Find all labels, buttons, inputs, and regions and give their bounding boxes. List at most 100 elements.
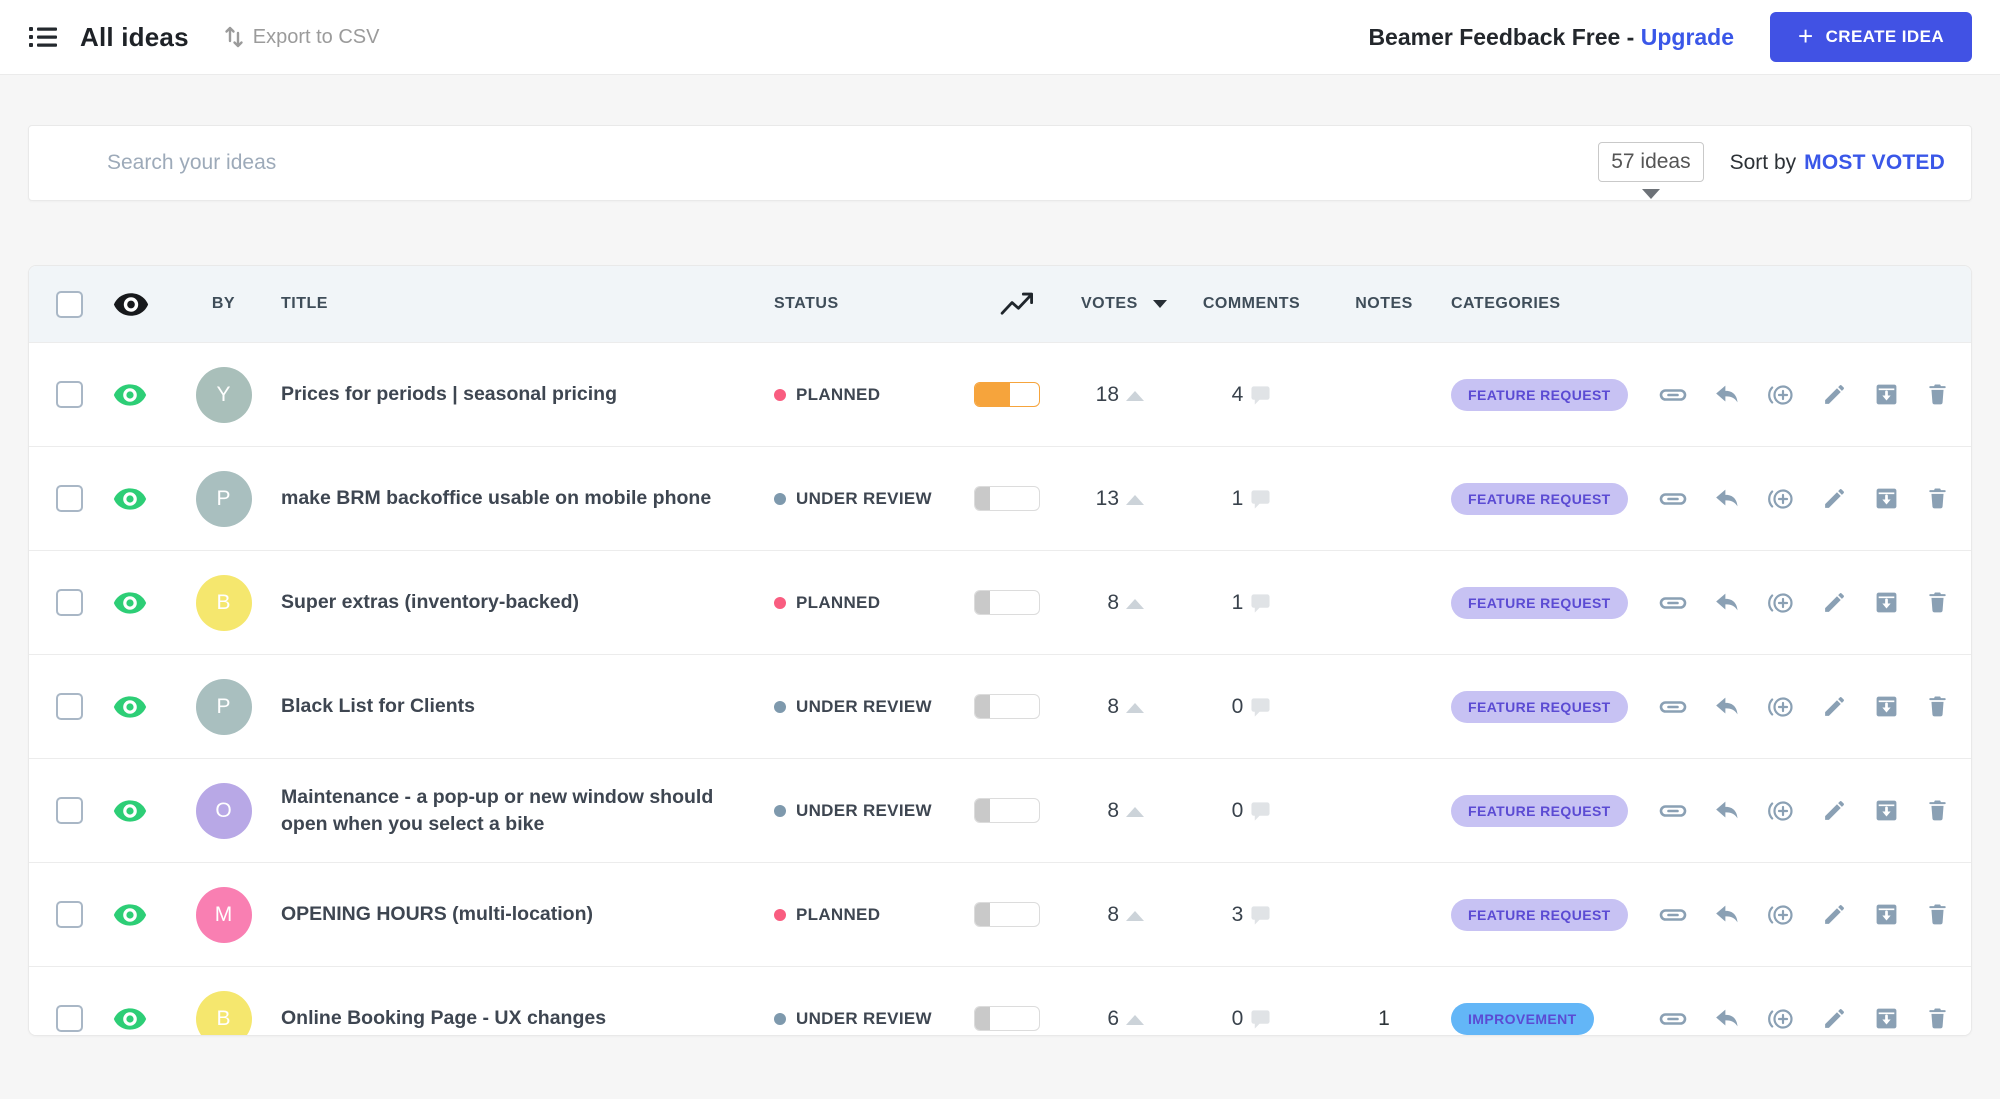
status-label: PLANNED <box>796 904 881 924</box>
table-row: Y Prices for periods | seasonal pricing … <box>29 342 1971 446</box>
progress-fill <box>975 591 991 614</box>
table-body: Y Prices for periods | seasonal pricing … <box>29 342 1971 1035</box>
row-checkbox[interactable] <box>56 381 83 408</box>
row-checkbox[interactable] <box>56 1005 83 1032</box>
circle-plus-icon[interactable] <box>1767 902 1795 928</box>
visibility-eye-icon[interactable] <box>113 799 147 822</box>
reply-icon[interactable] <box>1714 591 1740 615</box>
sort-caret-icon[interactable] <box>1152 300 1167 308</box>
edit-pencil-icon[interactable] <box>1822 590 1847 615</box>
idea-title[interactable]: Maintenance - a pop-up or new window sho… <box>281 784 741 837</box>
copy-link-icon[interactable] <box>1659 902 1687 928</box>
reply-icon[interactable] <box>1714 487 1740 511</box>
reply-icon[interactable] <box>1714 799 1740 823</box>
idea-title[interactable]: Online Booking Page - UX changes <box>281 1005 606 1031</box>
visibility-eye-icon[interactable] <box>113 695 147 718</box>
row-checkbox[interactable] <box>56 589 83 616</box>
reply-icon[interactable] <box>1714 383 1740 407</box>
status-label: UNDER REVIEW <box>796 488 932 508</box>
trash-icon[interactable] <box>1926 382 1949 407</box>
idea-title[interactable]: Prices for periods | seasonal pricing <box>281 381 617 407</box>
export-to-csv-button[interactable]: Export to CSV <box>223 24 379 50</box>
edit-pencil-icon[interactable] <box>1822 486 1847 511</box>
archive-icon[interactable] <box>1874 382 1899 407</box>
edit-pencil-icon[interactable] <box>1822 902 1847 927</box>
circle-plus-icon[interactable] <box>1767 694 1795 720</box>
circle-plus-icon[interactable] <box>1767 798 1795 824</box>
row-checkbox[interactable] <box>56 485 83 512</box>
circle-plus-icon[interactable] <box>1767 1006 1795 1032</box>
visibility-eye-icon[interactable] <box>113 383 147 406</box>
topbar: All ideas Export to CSV Beamer Feedback … <box>0 0 2000 75</box>
ideas-table: BY TITLE STATUS VOTES COMMENTS NOTES CAT… <box>28 265 1972 1036</box>
upgrade-link[interactable]: Upgrade <box>1641 24 1734 50</box>
idea-title[interactable]: Black List for Clients <box>281 693 475 719</box>
upvote-icon[interactable] <box>1126 494 1144 505</box>
trash-icon[interactable] <box>1926 902 1949 927</box>
header-by: BY <box>211 295 236 312</box>
upvote-icon[interactable] <box>1126 702 1144 713</box>
status-label: UNDER REVIEW <box>796 1008 932 1028</box>
upvote-icon[interactable] <box>1126 910 1144 921</box>
search-input[interactable] <box>107 151 1599 175</box>
upvote-icon[interactable] <box>1126 598 1144 609</box>
copy-link-icon[interactable] <box>1659 590 1687 616</box>
status: UNDER REVIEW <box>759 1009 954 1029</box>
upvote-icon[interactable] <box>1126 806 1144 817</box>
trash-icon[interactable] <box>1926 590 1949 615</box>
copy-link-icon[interactable] <box>1659 486 1687 512</box>
archive-icon[interactable] <box>1874 694 1899 719</box>
trash-icon[interactable] <box>1926 694 1949 719</box>
trash-icon[interactable] <box>1926 798 1949 823</box>
idea-title[interactable]: make BRM backoffice usable on mobile pho… <box>281 485 711 511</box>
copy-link-icon[interactable] <box>1659 1006 1687 1032</box>
chevron-down-icon[interactable] <box>1641 188 1660 199</box>
circle-plus-icon[interactable] <box>1767 486 1795 512</box>
archive-icon[interactable] <box>1874 798 1899 823</box>
table-row: B Super extras (inventory-backed) PLANNE… <box>29 550 1971 654</box>
visibility-eye-icon[interactable] <box>113 591 147 614</box>
edit-pencil-icon[interactable] <box>1822 798 1847 823</box>
sort-value-link[interactable]: MOST VOTED <box>1804 151 1945 175</box>
eye-icon[interactable] <box>113 292 149 316</box>
select-all-checkbox[interactable] <box>56 290 83 318</box>
idea-title[interactable]: Super extras (inventory-backed) <box>281 589 579 615</box>
upvote-icon[interactable] <box>1126 390 1144 401</box>
reply-icon[interactable] <box>1714 695 1740 719</box>
row-checkbox[interactable] <box>56 797 83 824</box>
status: UNDER REVIEW <box>759 697 954 717</box>
circle-plus-icon[interactable] <box>1767 590 1795 616</box>
ideas-count-widget: 57 ideas <box>1598 141 1704 199</box>
status-dot-icon <box>774 596 786 609</box>
row-checkbox[interactable] <box>56 693 83 720</box>
trash-icon[interactable] <box>1926 486 1949 511</box>
category-badge: FEATURE REQUEST <box>1451 690 1628 723</box>
search-bar: 57 ideas Sort by MOST VOTED <box>28 125 1972 201</box>
create-idea-button[interactable]: + CREATE IDEA <box>1770 12 1972 62</box>
visibility-eye-icon[interactable] <box>113 903 147 926</box>
row-checkbox[interactable] <box>56 901 83 928</box>
header-votes[interactable]: VOTES <box>1081 295 1138 313</box>
circle-plus-icon[interactable] <box>1767 382 1795 408</box>
edit-pencil-icon[interactable] <box>1822 694 1847 719</box>
header-notes: NOTES <box>1355 295 1413 312</box>
edit-pencil-icon[interactable] <box>1822 382 1847 407</box>
status-label: PLANNED <box>796 592 881 612</box>
archive-icon[interactable] <box>1874 1006 1899 1031</box>
archive-icon[interactable] <box>1874 590 1899 615</box>
reply-icon[interactable] <box>1714 903 1740 927</box>
trash-icon[interactable] <box>1926 1006 1949 1031</box>
visibility-eye-icon[interactable] <box>113 487 147 510</box>
copy-link-icon[interactable] <box>1659 382 1687 408</box>
visibility-eye-icon[interactable] <box>113 1007 147 1030</box>
archive-icon[interactable] <box>1874 486 1899 511</box>
copy-link-icon[interactable] <box>1659 798 1687 824</box>
upvote-icon[interactable] <box>1126 1014 1144 1025</box>
avatar: B <box>195 990 252 1035</box>
archive-icon[interactable] <box>1874 902 1899 927</box>
edit-pencil-icon[interactable] <box>1822 1006 1847 1031</box>
copy-link-icon[interactable] <box>1659 694 1687 720</box>
status-dot-icon <box>774 388 786 401</box>
idea-title[interactable]: OPENING HOURS (multi-location) <box>281 901 593 927</box>
reply-icon[interactable] <box>1714 1007 1740 1031</box>
